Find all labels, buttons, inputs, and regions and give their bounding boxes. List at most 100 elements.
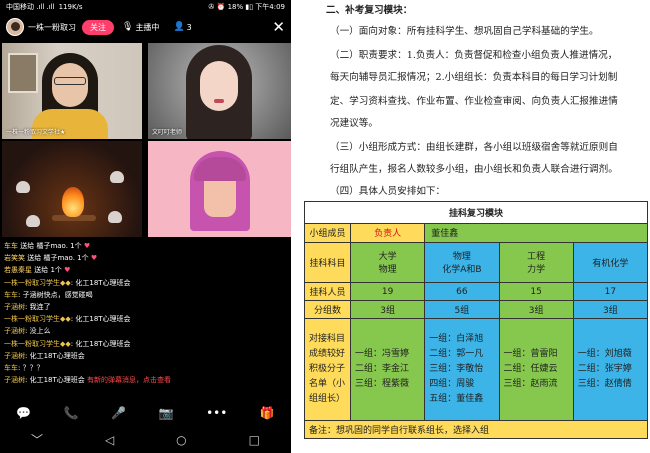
status-right: ✇ ⏰ 18% ▮▯ 下午4:09 bbox=[208, 3, 285, 11]
document-page: 二、补考复习模块： （一）面向对象：所有挂科学生、想巩固自己学科基础的学生。 （… bbox=[300, 0, 650, 453]
chat-text: : 化工18T心理班会 bbox=[70, 339, 131, 348]
back-icon[interactable]: ◁ bbox=[105, 433, 114, 447]
leaders-cell: 一组：刘旭薇 二组：张宇婷 三组：赵倩倩 bbox=[572, 318, 649, 421]
paragraph: 行组队产生，报名人数较多小组，由小组长和负责人联合进行调剂。 bbox=[330, 164, 618, 175]
group-leader: 二组：李金江 bbox=[355, 364, 410, 375]
tile-caption: 一株一粉取习文学社★ bbox=[6, 129, 66, 136]
chat-message: 车车 送给 橘子mao. 1个 ♥ bbox=[4, 240, 289, 252]
subject-cell: 工程 力学 bbox=[498, 241, 574, 283]
chat-text: 送给 橘子mao. 1个 bbox=[18, 242, 82, 250]
more-icon[interactable]: ••• bbox=[206, 406, 227, 420]
member-label: 小组成员 bbox=[304, 223, 351, 243]
chat-message: 子涵树: 化工18T心理班会 bbox=[4, 350, 289, 362]
viewer-icon: 👤 bbox=[173, 22, 185, 32]
video-tile-4[interactable] bbox=[148, 141, 291, 237]
group-cell: 3组 bbox=[572, 300, 649, 320]
group-leader: 三组：李敬怡 bbox=[429, 364, 484, 375]
leaders-cell: 一组：白泽旭 二组：郭一凡 三组：李敬怡 四组：周骏 五组：董佳鑫 bbox=[424, 318, 500, 421]
subject-label: 挂科科目 bbox=[304, 241, 351, 283]
chat-sender[interactable]: 一株一粉取习学生◆◆ bbox=[4, 279, 71, 287]
phone-screen: 中国移动 .ıll .ıll 119K/s ✇ ⏰ 18% ▮▯ 下午4:09 … bbox=[0, 0, 291, 453]
group-leader: 一组：曾雷阳 bbox=[503, 349, 558, 360]
group-cell: 3组 bbox=[349, 300, 426, 320]
chat-sender[interactable]: 岩笑笑 bbox=[4, 254, 25, 262]
chat-sender[interactable]: 一株一粉取习学生◆◆ bbox=[4, 340, 71, 348]
chat-sender[interactable]: 车车 bbox=[4, 364, 18, 372]
paragraph: （一）面向对象：所有挂科学生、想巩固自己学科基础的学生。 bbox=[330, 26, 599, 37]
chevron-down-icon[interactable]: ﹀ bbox=[31, 431, 43, 448]
video-tile-3[interactable] bbox=[2, 141, 142, 237]
follow-button[interactable]: 关注 bbox=[82, 19, 114, 35]
chat-sender[interactable]: 子涵树 bbox=[4, 376, 25, 384]
count-label: 挂科人员 bbox=[304, 281, 351, 302]
chat-message: 子涵树: 化工18T心理班会 有新的弹幕消息，点击查看 bbox=[4, 374, 289, 386]
host-avatar[interactable] bbox=[6, 18, 24, 36]
chat-message: 一株一粉取习学生◆◆: 化工18T心理班会 bbox=[4, 277, 289, 289]
subject-cell: 物理 化学A和B bbox=[424, 241, 500, 283]
chat-text: : 子涵树快点，感觉碰喝 bbox=[18, 290, 93, 299]
gift-icon: ♥ bbox=[81, 242, 91, 250]
tile-caption: 文叮叮老师 bbox=[152, 129, 183, 136]
home-icon[interactable]: ○ bbox=[176, 433, 186, 447]
chat-sender[interactable]: 车车 bbox=[4, 291, 18, 299]
chat-icon[interactable]: 💬 bbox=[16, 406, 31, 420]
chat-sender[interactable]: 子涵树 bbox=[4, 303, 25, 311]
group-cell: 5组 bbox=[424, 300, 500, 320]
group-label: 分组数 bbox=[304, 300, 351, 320]
chat-message: 车车: ？？？ bbox=[4, 362, 289, 374]
group-leader: 二组：郭一凡 bbox=[429, 349, 484, 360]
phone-icon[interactable]: 📞 bbox=[64, 406, 79, 420]
android-nav-bar: ﹀ ◁ ○ □ bbox=[0, 426, 291, 453]
chat-text: : ？？？ bbox=[18, 364, 44, 373]
new-message-hint[interactable]: 有新的弹幕消息，点击查看 bbox=[85, 376, 171, 384]
group-leader: 一组：冯雪婷 bbox=[355, 349, 410, 360]
chat-feed[interactable]: 车车 送给 橘子mao. 1个 ♥ 岩笑笑 送给 橘子mao. 1个 ♥ 若愚秦星 … bbox=[4, 240, 289, 400]
paragraph: 况建议等。 bbox=[330, 118, 378, 129]
paragraph: （三）小组形成方式：由组长建群，各小组以班级宿舍等就近原则自 bbox=[330, 142, 618, 153]
live-toolbar: 💬 📞 🎤 📷 ••• 🎁 bbox=[0, 402, 291, 424]
chat-message: 岩笑笑 送给 橘子mao. 1个 ♥ bbox=[4, 252, 289, 264]
chat-text: 送给 橘子mao. 1个 bbox=[25, 254, 89, 263]
chat-message: 车车: 子涵树快点，感觉碰喝 bbox=[4, 289, 289, 301]
gift-icon: ♥ bbox=[61, 266, 71, 275]
camera-icon[interactable]: 📷 bbox=[159, 406, 174, 420]
chat-sender[interactable]: 子涵树 bbox=[4, 327, 25, 335]
chat-text: 送给 1个 bbox=[32, 266, 62, 275]
chat-sender[interactable]: 一株一粉取习学生◆◆ bbox=[4, 315, 71, 323]
group-leader: 四组：周骏 bbox=[429, 379, 475, 390]
group-leader: 三组：程紫薇 bbox=[355, 379, 410, 390]
leaders-cell: 一组：冯雪婷 二组：李金江 三组：程紫薇 bbox=[349, 318, 426, 421]
schedule-table: 挂科复习模块 小组成员 负责人 董佳鑫 挂科科目 大学 物理 物理 化学A和B … bbox=[304, 200, 649, 440]
chat-text: : 化工18T心理班会 bbox=[70, 315, 131, 324]
group-leader: 五组：董佳鑫 bbox=[429, 394, 484, 405]
chat-sender[interactable]: 车车 bbox=[4, 242, 18, 250]
chat-sender[interactable]: 子涵树 bbox=[4, 352, 25, 360]
status-bar: 中国移动 .ıll .ıll 119K/s ✇ ⏰ 18% ▮▯ 下午4:09 bbox=[0, 0, 291, 14]
video-tile-2[interactable]: 文叮叮老师 bbox=[148, 43, 291, 139]
chat-message: 若愚秦星 送给 1个 ♥ bbox=[4, 264, 289, 276]
host-mic-icon: 🎙 bbox=[122, 22, 134, 32]
paragraph: 定、学习资料查找、作业布置、作业检查审阅、向负责人汇报推进情 bbox=[330, 96, 618, 107]
paragraph: （四）具体人员安排如下： bbox=[330, 186, 446, 197]
chat-sender[interactable]: 若愚秦星 bbox=[4, 266, 32, 274]
leader-label: 负责人 bbox=[349, 223, 426, 243]
group-leader: 二组：张宇婷 bbox=[577, 364, 632, 375]
mic-icon[interactable]: 🎤 bbox=[111, 406, 126, 420]
subject-cell: 大学 物理 bbox=[349, 241, 426, 283]
close-icon[interactable]: ✕ bbox=[272, 18, 285, 36]
table-note: 备注：想巩固的同学自行联系组长，选择入组 bbox=[304, 419, 648, 440]
video-tile-1[interactable]: 一株一粉取习文学社★ bbox=[2, 43, 142, 139]
recent-apps-icon[interactable]: □ bbox=[249, 433, 260, 447]
host-status: 主播中 bbox=[135, 22, 160, 32]
network-speed: 119K/s bbox=[58, 3, 83, 11]
chat-text: : 化工18T心理班会 bbox=[25, 376, 85, 385]
room-name: 一株一粉取习 bbox=[28, 22, 76, 32]
viewer-count: 3 bbox=[186, 22, 192, 32]
count-cell: 15 bbox=[498, 281, 574, 302]
group-leader: 一组：刘旭薇 bbox=[577, 349, 632, 360]
count-cell: 19 bbox=[349, 281, 426, 302]
chat-text: : 化工18T心理班会 bbox=[70, 278, 131, 287]
table-title: 挂科复习模块 bbox=[304, 200, 648, 225]
gift-icon[interactable]: 🎁 bbox=[260, 406, 275, 420]
leaders-label: 对接科目成绩较好积极分子名单（小组组长） bbox=[304, 318, 351, 421]
